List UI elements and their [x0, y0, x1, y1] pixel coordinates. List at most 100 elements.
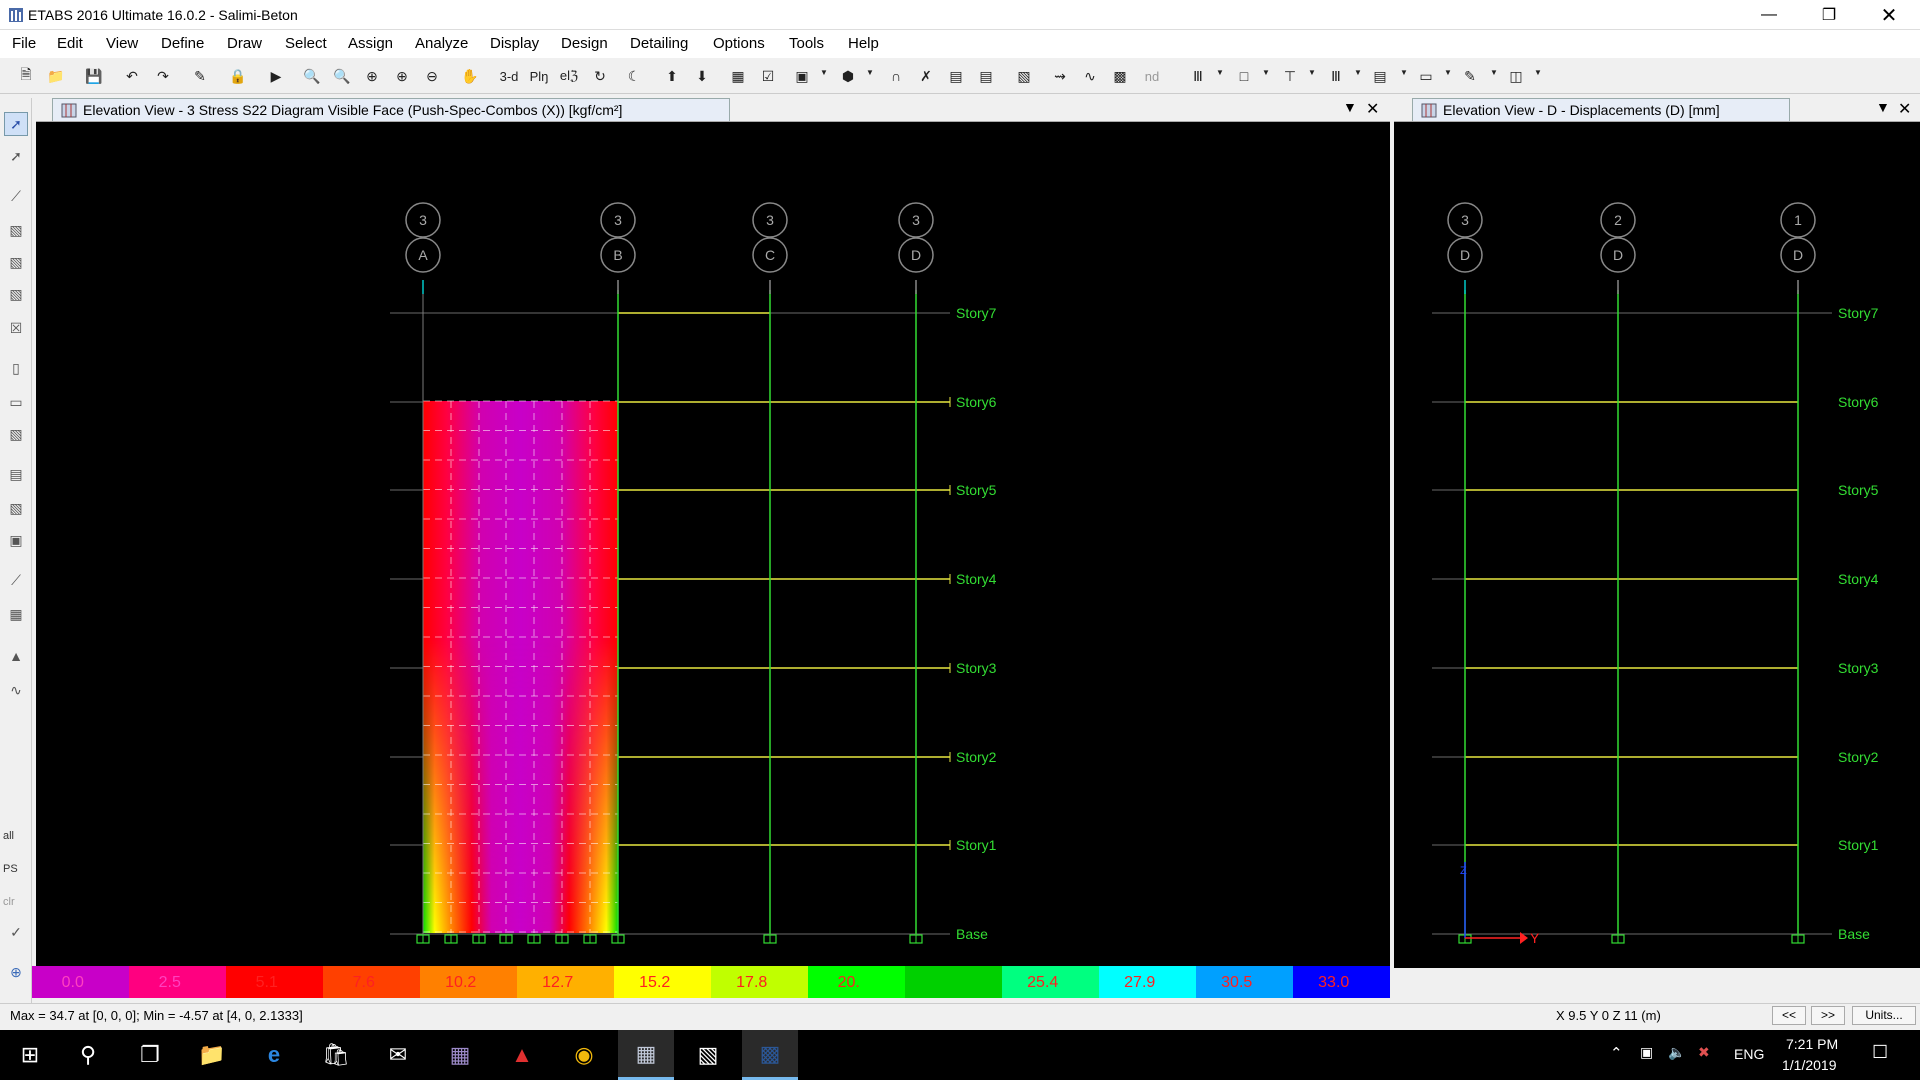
- select-all-button[interactable]: all: [3, 830, 14, 842]
- redo-icon[interactable]: ↷: [151, 64, 175, 88]
- nd-button[interactable]: nd: [1140, 64, 1164, 88]
- menu-select[interactable]: Select: [285, 35, 327, 52]
- down-arrow-icon[interactable]: ⬇: [690, 64, 714, 88]
- draw-quick-area-icon[interactable]: ▧: [4, 422, 28, 446]
- draw-wall-icon[interactable]: ▤: [1368, 64, 1392, 88]
- previous-button[interactable]: <<: [1772, 1006, 1806, 1025]
- draw-rect-area-icon[interactable]: ▭: [4, 390, 28, 414]
- new-model-icon[interactable]: 🗎: [14, 64, 38, 88]
- elevation-view-button[interactable]: elℨ: [556, 64, 582, 88]
- chevron-down-icon[interactable]: ▼: [1308, 68, 1316, 77]
- chevron-down-icon[interactable]: ▼: [1216, 68, 1224, 77]
- tab-elevation-view-3[interactable]: Elevation View - 3 Stress S22 Diagram Vi…: [52, 98, 730, 121]
- chevron-down-icon[interactable]: ▼: [1262, 68, 1270, 77]
- chevron-down-icon[interactable]: ▼: [866, 68, 874, 77]
- chevron-down-icon[interactable]: ▼: [820, 68, 828, 77]
- close-view-icon[interactable]: ✕: [1898, 99, 1911, 119]
- tab-menu-chevron-icon[interactable]: ▼: [1876, 99, 1890, 115]
- close-view-icon[interactable]: ✕: [1366, 99, 1379, 119]
- open-icon[interactable]: 📁: [44, 64, 68, 88]
- snap-options-icon[interactable]: ⊕: [4, 960, 28, 984]
- zoom-window-icon[interactable]: 🔍: [300, 64, 324, 88]
- zoom-in-icon[interactable]: ⊕: [360, 64, 384, 88]
- zoom-out-icon[interactable]: ⊖: [420, 64, 444, 88]
- calculator-icon[interactable]: ▧: [680, 1030, 736, 1080]
- tab-elevation-view-d[interactable]: Elevation View - D - Displacements (D) […: [1412, 98, 1790, 121]
- notification-icon[interactable]: ☐: [1872, 1042, 1888, 1063]
- menu-design[interactable]: Design: [561, 35, 608, 52]
- pushover-icon[interactable]: ▤: [974, 64, 998, 88]
- network-icon[interactable]: ✖: [1698, 1044, 1710, 1061]
- 3d-view-button[interactable]: 3-d: [494, 64, 524, 88]
- clear-selection-button[interactable]: clr: [3, 896, 15, 908]
- text-cursor-icon[interactable]: Ⅲ: [1186, 64, 1210, 88]
- battery-icon[interactable]: ▣: [1640, 1044, 1653, 1061]
- perspective-icon[interactable]: ☾: [622, 64, 646, 88]
- chevron-down-icon[interactable]: ▼: [1400, 68, 1408, 77]
- draw-tendon-icon[interactable]: ▲: [4, 644, 28, 668]
- restore-button[interactable]: ❐: [1806, 0, 1852, 30]
- lock-icon[interactable]: 🔒: [226, 64, 250, 88]
- units-button[interactable]: Units...: [1852, 1006, 1916, 1025]
- draw-rectangle-icon[interactable]: □: [1232, 64, 1256, 88]
- draw-column-icon[interactable]: ▧: [4, 250, 28, 274]
- draw-wave-icon[interactable]: ∿: [4, 678, 28, 702]
- section-cut-icon[interactable]: ▧: [1012, 64, 1036, 88]
- menu-file[interactable]: File: [12, 35, 36, 52]
- elevation-3-canvas[interactable]: Story7 Story6 Story5 Story4 Story3 Story2 Stor…: [36, 122, 1390, 962]
- deformed-shape-icon[interactable]: ✗: [914, 64, 938, 88]
- reshape-icon[interactable]: ➚: [4, 144, 28, 168]
- draw-beam-icon[interactable]: ⊤: [1278, 64, 1302, 88]
- run-analysis-icon[interactable]: ▶: [264, 64, 288, 88]
- language-indicator[interactable]: ENG: [1734, 1046, 1764, 1062]
- menu-display[interactable]: Display: [490, 35, 539, 52]
- pan-icon[interactable]: ✋: [458, 64, 482, 88]
- display-shape-icon[interactable]: ⬢: [836, 64, 860, 88]
- menu-help[interactable]: Help: [848, 35, 879, 52]
- word-icon[interactable]: ▩: [742, 1030, 798, 1080]
- mail-icon[interactable]: ✉: [370, 1030, 426, 1080]
- draw-area-icon[interactable]: ▯: [4, 356, 28, 380]
- draw-brace-icon[interactable]: ▧: [4, 218, 28, 242]
- chevron-down-icon[interactable]: ▼: [1490, 68, 1498, 77]
- zoom-in-step-icon[interactable]: ⊕: [390, 64, 414, 88]
- etabs-taskbar-icon[interactable]: ▦: [618, 1030, 674, 1080]
- clock-time[interactable]: 7:21 PM: [1786, 1036, 1838, 1052]
- draw-link-icon[interactable]: ⟋: [4, 568, 28, 592]
- undo-icon[interactable]: ↶: [120, 64, 144, 88]
- mode-shape-icon[interactable]: ∿: [1078, 64, 1102, 88]
- draw-line-icon[interactable]: ⟋: [4, 184, 28, 208]
- set-display-options-icon[interactable]: ☑: [756, 64, 780, 88]
- elevation-d-canvas[interactable]: Story7 Story6 Story5 Story4 Story3 Story2 Stor…: [1394, 122, 1920, 968]
- chevron-up-icon[interactable]: ⌃: [1610, 1044, 1623, 1062]
- menu-define[interactable]: Define: [161, 35, 204, 52]
- windows-start-icon[interactable]: ⊞: [2, 1030, 58, 1080]
- menu-detailing[interactable]: Detailing: [630, 35, 688, 52]
- draw-braces-icon[interactable]: ☒: [4, 316, 28, 340]
- store-icon[interactable]: 🛍: [308, 1030, 364, 1080]
- menu-draw[interactable]: Draw: [227, 35, 262, 52]
- draw-link-icon[interactable]: ✎: [1458, 64, 1482, 88]
- draw-wall-icon[interactable]: ▤: [4, 462, 28, 486]
- app-grid-icon[interactable]: ▦: [432, 1030, 488, 1080]
- reactions-icon[interactable]: ⇝: [1048, 64, 1072, 88]
- display-undeformed-icon[interactable]: ▣: [790, 64, 814, 88]
- chevron-down-icon[interactable]: ▼: [1354, 68, 1362, 77]
- up-arrow-icon[interactable]: ⬆: [660, 64, 684, 88]
- frame-icon[interactable]: ∩: [884, 64, 908, 88]
- draw-grid-icon[interactable]: ▦: [4, 602, 28, 626]
- menu-analyze[interactable]: Analyze: [415, 35, 468, 52]
- menu-edit[interactable]: Edit: [57, 35, 83, 52]
- chevron-down-icon[interactable]: ▼: [1534, 68, 1542, 77]
- draw-column-icon[interactable]: Ⅲ: [1324, 64, 1348, 88]
- draw-beam-icon[interactable]: ▧: [4, 282, 28, 306]
- file-explorer-icon[interactable]: 📁: [184, 1030, 240, 1080]
- edge-icon[interactable]: e: [246, 1030, 302, 1080]
- render-icon[interactable]: ▩: [1108, 64, 1132, 88]
- save-icon[interactable]: 💾: [82, 64, 106, 88]
- previous-selection-button[interactable]: PS: [3, 863, 18, 875]
- draw-opening-icon[interactable]: ▣: [4, 528, 28, 552]
- autocad-icon[interactable]: ▲: [494, 1030, 550, 1080]
- draw-quick-wall-icon[interactable]: ▧: [4, 496, 28, 520]
- volume-icon[interactable]: 🔈: [1668, 1044, 1685, 1061]
